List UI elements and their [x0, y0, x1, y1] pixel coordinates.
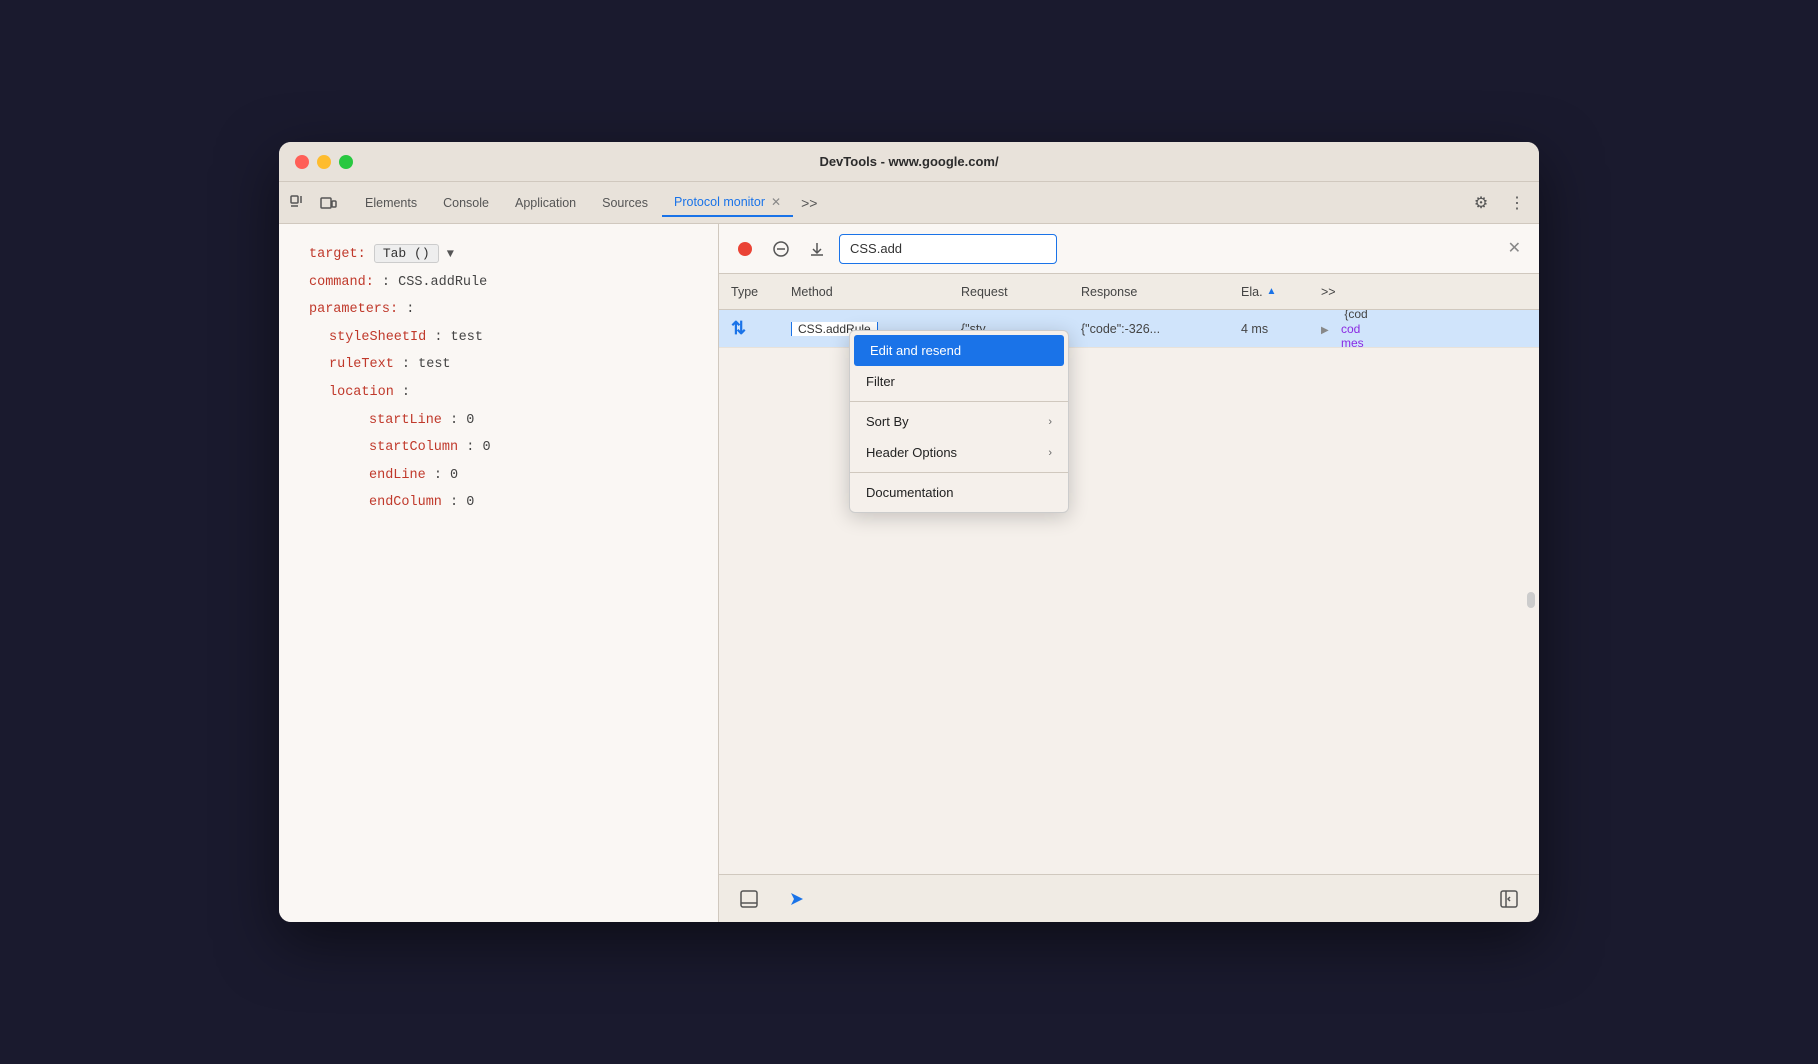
- col-header-method[interactable]: Method: [791, 285, 961, 299]
- menu-item-sort-by[interactable]: Sort By ›: [850, 406, 1068, 437]
- startLine-line: startLine : 0: [309, 410, 698, 432]
- tabs-right-actions: ⚙ ⋮: [1467, 189, 1531, 217]
- location-line: location :: [309, 382, 698, 404]
- menu-item-documentation[interactable]: Documentation: [850, 477, 1068, 508]
- location-key: location: [329, 385, 394, 400]
- parameters-key: parameters:: [309, 302, 398, 317]
- tab-application[interactable]: Application: [503, 190, 588, 216]
- tab-console[interactable]: Console: [431, 190, 501, 216]
- cell-elapsed: 4 ms: [1241, 322, 1321, 336]
- col-header-more[interactable]: >>: [1321, 285, 1527, 299]
- sort-arrow-icon: ▲: [1267, 286, 1277, 297]
- styleSheetId-key: styleSheetId: [329, 330, 426, 345]
- bidirectional-icon: ⇅: [731, 318, 746, 339]
- command-value: CSS.addRule: [398, 275, 487, 290]
- search-input[interactable]: [839, 234, 1057, 264]
- tab-close-icon[interactable]: ✕: [771, 196, 781, 208]
- bottom-bar: [719, 874, 1539, 922]
- parameters-line: parameters: :: [309, 299, 698, 321]
- row-preview-text: {cod: [1341, 310, 1368, 321]
- download-button[interactable]: [803, 235, 831, 263]
- startLine-key: startLine: [369, 413, 442, 428]
- menu-divider-2: [850, 472, 1068, 473]
- command-key: command:: [309, 275, 374, 290]
- endColumn-key: endColumn: [369, 495, 442, 510]
- table-header: Type Method Request Response Ela. ▲ >>: [719, 274, 1539, 310]
- startLine-value: 0: [466, 413, 474, 428]
- tab-icons-group: [287, 192, 339, 214]
- cell-response: {"code":-326...: [1081, 322, 1241, 336]
- target-key: target:: [309, 247, 366, 262]
- menu-item-header-options[interactable]: Header Options ›: [850, 437, 1068, 468]
- record-button[interactable]: [731, 235, 759, 263]
- col-header-response[interactable]: Response: [1081, 285, 1241, 299]
- startColumn-key: startColumn: [369, 440, 458, 455]
- table-row[interactable]: ⇅ CSS.addRule {"sty {"code":-326... 4 ms: [719, 310, 1539, 348]
- cell-type: ⇅: [731, 318, 791, 339]
- device-toolbar-icon[interactable]: [317, 192, 339, 214]
- ruleText-key: ruleText: [329, 357, 394, 372]
- styleSheetId-value: test: [451, 330, 483, 345]
- sort-by-arrow-icon: ›: [1048, 416, 1052, 428]
- protocol-monitor-toolbar: ✕: [719, 224, 1539, 274]
- tab-sources[interactable]: Sources: [590, 190, 660, 216]
- startColumn-line: startColumn : 0: [309, 437, 698, 459]
- col-header-elapsed[interactable]: Ela. ▲: [1241, 285, 1321, 299]
- minimize-button[interactable]: [317, 155, 331, 169]
- endColumn-line: endColumn : 0: [309, 492, 698, 514]
- menu-item-filter[interactable]: Filter: [850, 366, 1068, 397]
- table-body: ⇅ CSS.addRule {"sty {"code":-326... 4 ms: [719, 310, 1539, 874]
- context-menu: Edit and resend Filter Sort By › Header …: [849, 330, 1069, 513]
- target-dropdown-arrow[interactable]: ▼: [447, 247, 454, 261]
- endLine-value: 0: [450, 468, 458, 483]
- console-panel-icon[interactable]: [735, 885, 763, 913]
- traffic-lights: [295, 155, 353, 169]
- clear-button[interactable]: [767, 235, 795, 263]
- collapse-panel-icon[interactable]: [1495, 885, 1523, 913]
- tab-elements[interactable]: Elements: [353, 190, 429, 216]
- ruleText-value: test: [418, 357, 450, 372]
- command-line: command: : CSS.addRule: [309, 272, 698, 294]
- expand-all-icon: >>: [1321, 285, 1336, 299]
- window-title: DevTools - www.google.com/: [819, 154, 998, 169]
- settings-icon[interactable]: ⚙: [1467, 189, 1495, 217]
- menu-item-edit-resend[interactable]: Edit and resend: [854, 335, 1064, 366]
- more-tabs-button[interactable]: >>: [795, 191, 823, 215]
- endColumn-value: 0: [466, 495, 474, 510]
- scrollbar[interactable]: [1527, 592, 1535, 608]
- cell-expand: ▶: [1321, 322, 1341, 336]
- send-button[interactable]: [783, 885, 811, 913]
- expand-arrow-icon: ▶: [1321, 325, 1329, 336]
- tabs-bar: Elements Console Application Sources Pro…: [279, 182, 1539, 224]
- search-clear-icon[interactable]: ✕: [1508, 241, 1521, 257]
- close-button[interactable]: [295, 155, 309, 169]
- left-panel: target: Tab () ▼ command: : CSS.addRule …: [279, 224, 719, 922]
- header-options-arrow-icon: ›: [1048, 447, 1052, 459]
- endLine-key: endLine: [369, 468, 426, 483]
- inspect-element-icon[interactable]: [287, 192, 309, 214]
- col-header-type: Type: [731, 285, 791, 299]
- devtools-window: DevTools - www.google.com/ Elements: [279, 142, 1539, 922]
- cell-more: {cod cod mes: [1341, 310, 1527, 350]
- maximize-button[interactable]: [339, 155, 353, 169]
- search-container: ✕: [839, 234, 1527, 264]
- tab-protocol-monitor[interactable]: Protocol monitor ✕: [662, 189, 793, 217]
- styleSheetId-line: styleSheetId : test: [309, 327, 698, 349]
- col-header-request[interactable]: Request: [961, 285, 1081, 299]
- right-panel: ✕ Type Method Request Response Ela.: [719, 224, 1539, 922]
- titlebar: DevTools - www.google.com/: [279, 142, 1539, 182]
- ruleText-line: ruleText : test: [309, 354, 698, 376]
- target-dropdown[interactable]: Tab (): [374, 244, 439, 263]
- more-options-icon[interactable]: ⋮: [1503, 189, 1531, 217]
- row-detail: cod: [1341, 322, 1527, 336]
- startColumn-value: 0: [482, 440, 490, 455]
- row-detail-mes: mes: [1341, 336, 1527, 350]
- endLine-line: endLine : 0: [309, 465, 698, 487]
- target-line: target: Tab () ▼: [309, 244, 698, 266]
- devtools-body: target: Tab () ▼ command: : CSS.addRule …: [279, 224, 1539, 922]
- menu-divider: [850, 401, 1068, 402]
